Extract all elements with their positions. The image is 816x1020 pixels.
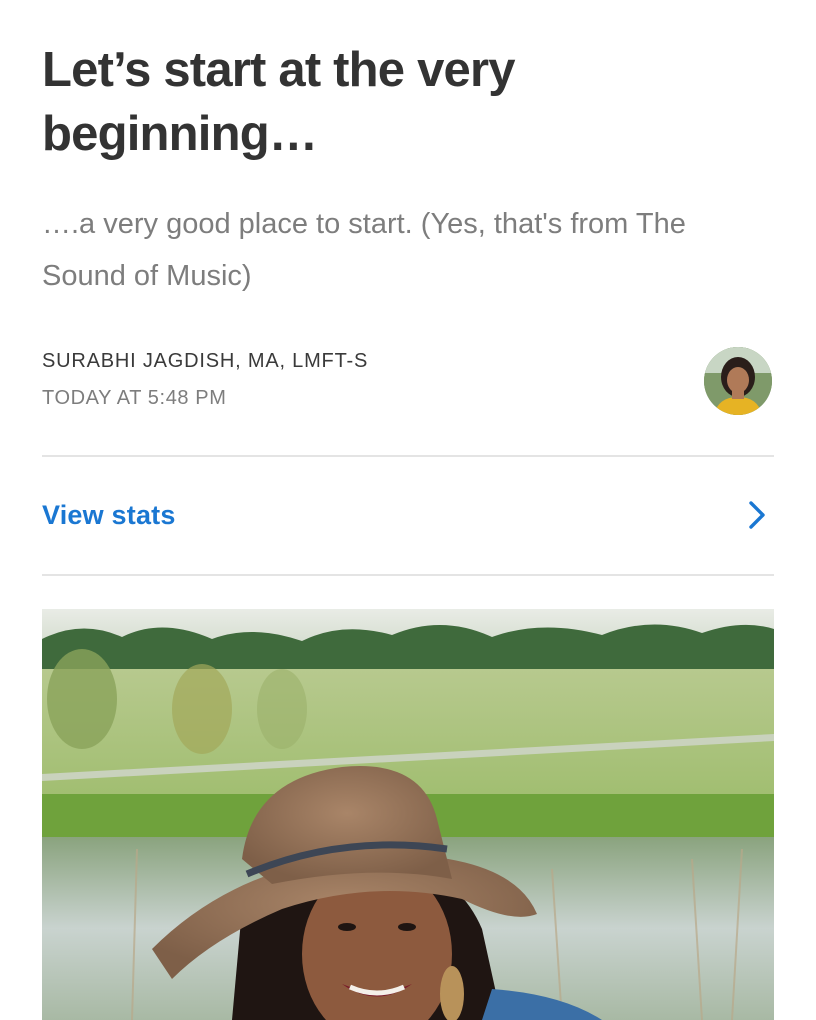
post-timestamp: TODAY AT 5:48 PM (42, 387, 227, 409)
chevron-right-icon (749, 501, 765, 529)
author-name[interactable]: SURABHI JAGDISH, MA, LMFT-S (42, 350, 368, 373)
avatar-photo (704, 347, 772, 415)
hero-photo (42, 609, 774, 1020)
post-subtitle: ….a very good place to start. (Yes, that… (42, 208, 686, 292)
divider (42, 455, 774, 457)
divider (42, 574, 774, 576)
view-stats-row[interactable]: View stats (42, 484, 774, 548)
hero-image (42, 609, 774, 1020)
post-title: Let’s start at the very beginning… (42, 43, 516, 161)
view-stats-link[interactable]: View stats (42, 500, 176, 531)
author-avatar[interactable] (704, 347, 772, 415)
